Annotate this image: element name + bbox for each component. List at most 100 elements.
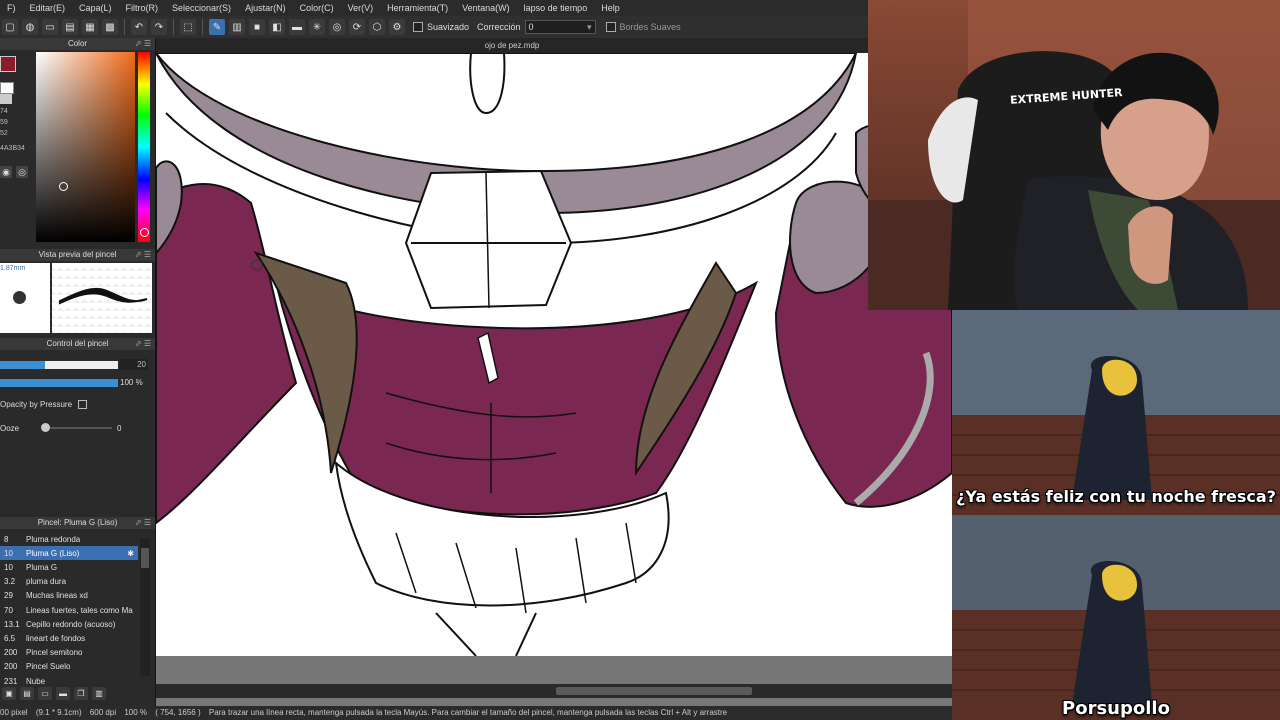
canvas-area: ojo de pez.mdp bbox=[156, 38, 952, 706]
menu-filter[interactable]: Filtro(R) bbox=[119, 3, 166, 13]
copy-icon[interactable]: ❐ bbox=[74, 686, 88, 700]
brush-settings-icon[interactable]: ▤ bbox=[20, 686, 34, 700]
undo-icon[interactable]: ↶ bbox=[131, 19, 147, 35]
toolbar-divider bbox=[202, 19, 203, 35]
menu-file[interactable]: F) bbox=[0, 3, 23, 13]
meme-caption-bottom: Porsupollo bbox=[1062, 698, 1170, 719]
ooze-handle[interactable] bbox=[41, 423, 50, 432]
rotate-icon[interactable]: ⟳ bbox=[349, 19, 365, 35]
brush-list-item[interactable]: 8 Pluma redonda bbox=[0, 532, 138, 546]
menu-select[interactable]: Seleccionar(S) bbox=[165, 3, 238, 13]
transparent-swatch[interactable] bbox=[0, 94, 12, 104]
brush-list-item[interactable]: 10 Pluma G bbox=[0, 560, 138, 574]
save-icon[interactable]: ▤ bbox=[62, 19, 78, 35]
brush-opacity-value: 100 % bbox=[120, 378, 143, 387]
hue-handle[interactable] bbox=[140, 228, 149, 237]
brush-size: 200 bbox=[4, 662, 18, 672]
eyedropper-icon[interactable]: ◉ bbox=[0, 166, 12, 178]
hue-slider[interactable] bbox=[138, 52, 150, 242]
status-hint: Para trazar una línea recta, mantenga pu… bbox=[208, 708, 728, 717]
status-coords: ( 754, 1656 ) bbox=[155, 708, 201, 717]
brush-list-item[interactable]: 70 Lineas fuertes, tales como Ma bbox=[0, 603, 138, 617]
brush-name: Pluma G bbox=[26, 562, 58, 572]
circle-icon[interactable]: ◎ bbox=[329, 19, 345, 35]
brush-list-item[interactable]: 3.2 pluma dura bbox=[0, 575, 138, 589]
canvas-horizontal-scrollbar[interactable] bbox=[156, 684, 952, 698]
trash-icon[interactable]: ▥ bbox=[92, 686, 106, 700]
grid-icon[interactable]: ▩ bbox=[102, 19, 118, 35]
brush-list-item[interactable]: 10 Pluma G (Liso) ✱ bbox=[0, 546, 138, 561]
brush-list-item[interactable]: 200 Pincel Suelo bbox=[0, 660, 138, 674]
smoothing-label: Suavizado bbox=[427, 22, 470, 32]
new-canvas-icon[interactable]: ▢ bbox=[2, 19, 18, 35]
brush-opacity-slider[interactable] bbox=[0, 379, 118, 387]
toolbar-divider bbox=[173, 19, 174, 35]
ooze-slider[interactable] bbox=[42, 427, 112, 429]
brush-size-slider[interactable] bbox=[0, 361, 118, 369]
chevron-down-icon: ▾ bbox=[587, 22, 592, 32]
fill-icon[interactable]: ■ bbox=[249, 19, 265, 35]
shape-icon[interactable]: ⬡ bbox=[369, 19, 385, 35]
brush-list-title: Pincel: Pluma G (Liso) bbox=[37, 518, 118, 527]
artwork bbox=[156, 53, 952, 656]
line-icon[interactable]: ▬ bbox=[289, 19, 305, 35]
menu-layer[interactable]: Capa(L) bbox=[72, 3, 119, 13]
snap-icon[interactable]: ✳ bbox=[309, 19, 325, 35]
menu-timelapse[interactable]: lapso de tiempo bbox=[517, 3, 595, 13]
brush-list-item[interactable]: 200 Pincel semitono bbox=[0, 646, 138, 660]
panel-options-icon[interactable]: ⬀ ☰ bbox=[135, 338, 151, 350]
brush-list-item[interactable]: 29 Muchas lineas xd bbox=[0, 589, 138, 603]
brush-settings-icon[interactable]: ✱ bbox=[127, 549, 138, 558]
panel-options-icon[interactable]: ⬀ ☰ bbox=[135, 249, 151, 261]
chat-icon[interactable]: ◍ bbox=[22, 19, 38, 35]
panel-options-icon[interactable]: ⬀ ☰ bbox=[135, 38, 151, 50]
meme-image bbox=[952, 310, 1280, 720]
document-icon[interactable]: ▦ bbox=[82, 19, 98, 35]
add-brush-icon[interactable]: ▣ bbox=[2, 686, 16, 700]
soft-edges-checkbox[interactable] bbox=[605, 22, 616, 32]
brush-size: 10 bbox=[4, 548, 13, 558]
deselect-icon[interactable]: ⬚ bbox=[180, 19, 196, 35]
brush-size: 6.5 bbox=[4, 633, 16, 643]
brush-size-value[interactable]: 20 bbox=[120, 359, 148, 370]
brush-list-item[interactable]: 13.1 Cepillo redondo (acuoso) bbox=[0, 617, 138, 631]
brush-list-header: Pincel: Pluma G (Liso) ⬀ ☰ bbox=[0, 517, 155, 529]
settings-icon[interactable]: ⚙ bbox=[389, 19, 405, 35]
menu-help[interactable]: Help bbox=[594, 3, 627, 13]
smoothing-checkbox[interactable] bbox=[413, 22, 423, 32]
pen-tool-icon[interactable]: ✎ bbox=[209, 19, 225, 35]
correction-value: 0 bbox=[528, 22, 534, 32]
comment-icon[interactable]: ▭ bbox=[42, 19, 58, 35]
canvas-scroll-thumb[interactable] bbox=[556, 687, 752, 695]
color-panel-header: Color ⬀ ☰ bbox=[0, 38, 155, 50]
foreground-color-swatch[interactable] bbox=[0, 56, 16, 72]
menu-window[interactable]: Ventana(W) bbox=[455, 3, 517, 13]
redo-icon[interactable]: ↷ bbox=[151, 19, 167, 35]
correction-select[interactable]: 0 ▾ bbox=[524, 20, 596, 34]
brush-size: 70 bbox=[4, 605, 13, 615]
opacity-by-pressure-checkbox[interactable] bbox=[78, 400, 87, 409]
status-dpi: 600 dpi bbox=[89, 708, 117, 717]
new-folder-icon[interactable]: ▭ bbox=[38, 686, 52, 700]
opacity-by-pressure-label: Opacity by Pressure bbox=[0, 400, 73, 409]
brush-control-title: Control del pincel bbox=[46, 339, 109, 348]
color-picker-handle[interactable] bbox=[59, 182, 68, 191]
menu-tool[interactable]: Herramienta(T) bbox=[380, 3, 455, 13]
brush-list-item[interactable]: 6.5 lineart de fondos bbox=[0, 631, 138, 645]
menu-color[interactable]: Color(C) bbox=[293, 3, 341, 13]
brush-name: Pincel Suelo bbox=[26, 662, 71, 672]
brush-size: 200 bbox=[4, 648, 18, 658]
background-color-swatch[interactable] bbox=[0, 82, 14, 94]
folder-icon[interactable]: ▬ bbox=[56, 686, 70, 700]
menu-edit[interactable]: Editar(E) bbox=[23, 3, 73, 13]
brush-list-scroll-thumb[interactable] bbox=[141, 548, 149, 568]
panel-options-icon[interactable]: ⬀ ☰ bbox=[135, 517, 151, 529]
brush-list-scrollbar[interactable] bbox=[140, 538, 150, 676]
menu-view[interactable]: Ver(V) bbox=[341, 3, 381, 13]
eraser-icon[interactable]: ▥ bbox=[229, 19, 245, 35]
menu-adjust[interactable]: Ajustar(N) bbox=[238, 3, 293, 13]
drawing-canvas[interactable] bbox=[156, 53, 952, 656]
palette-icon[interactable]: ◎ bbox=[16, 166, 28, 178]
saturation-value-field[interactable] bbox=[36, 52, 135, 242]
gradient-icon[interactable]: ◧ bbox=[269, 19, 285, 35]
